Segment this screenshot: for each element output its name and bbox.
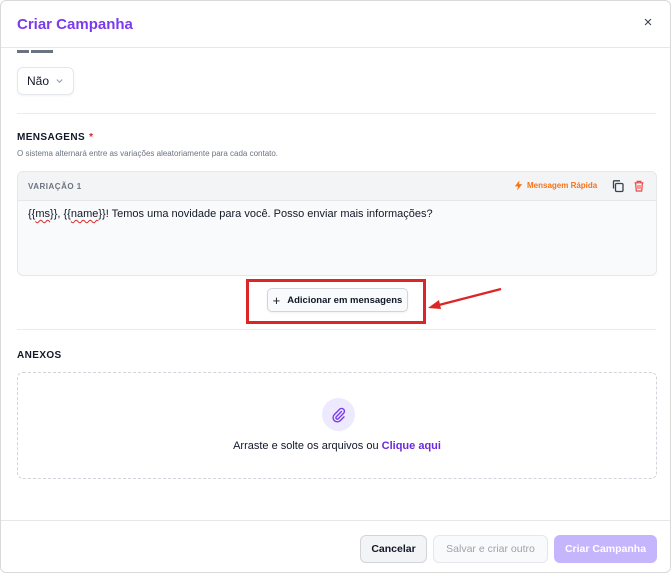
- required-mark: *: [89, 132, 94, 143]
- dialog-header: Criar Campanha ×: [1, 1, 670, 48]
- lightning-icon: [514, 180, 523, 191]
- text-part: }}, {{: [50, 208, 71, 220]
- plus-icon: +: [272, 292, 281, 308]
- variation-card: VARIAÇÃO 1 Mensagem Rápida {{ms}}, {{nam…: [17, 171, 657, 276]
- text-placeholder-ms: ms: [35, 208, 51, 220]
- messages-label: MENSAGENS *: [17, 132, 93, 143]
- messages-hint: O sistema alternará entre as variações a…: [17, 149, 279, 158]
- arrow-icon: [428, 287, 502, 309]
- section-divider: [17, 329, 656, 330]
- select-value: Não: [27, 74, 50, 88]
- dialog-title: Criar Campanha: [17, 16, 133, 33]
- dropzone-instruction: Arraste e solte os arquivos ou: [233, 440, 379, 452]
- create-campaign-button[interactable]: Criar Campanha: [554, 535, 657, 563]
- add-message-button[interactable]: + Adicionar em mensagens: [267, 288, 408, 312]
- close-icon[interactable]: ×: [638, 12, 658, 32]
- quick-message-label: Mensagem Rápida: [527, 181, 598, 190]
- paperclip-icon: [322, 398, 355, 431]
- copy-icon[interactable]: [611, 179, 625, 193]
- dialog-footer: Cancelar Salvar e criar outro Criar Camp…: [1, 520, 670, 572]
- text-placeholder-name: name: [70, 208, 99, 220]
- yes-no-select[interactable]: Não: [17, 67, 74, 95]
- messages-label-text: MENSAGENS: [17, 132, 86, 143]
- clipped-field-label: [17, 50, 57, 56]
- variation-title: VARIAÇÃO 1: [28, 182, 82, 191]
- section-divider: [17, 113, 656, 114]
- text-part: }}! Temos uma novidade para você. Posso …: [98, 208, 433, 220]
- chevron-down-icon: [55, 76, 64, 87]
- file-dropzone[interactable]: Arraste e solte os arquivos ou Clique aq…: [17, 372, 657, 479]
- trash-icon[interactable]: [632, 179, 646, 193]
- save-and-create-another-button[interactable]: Salvar e criar outro: [433, 535, 548, 563]
- dropzone-text: Arraste e solte os arquivos ou Clique aq…: [18, 440, 656, 452]
- variation-header: VARIAÇÃO 1 Mensagem Rápida: [18, 172, 656, 201]
- click-here-link[interactable]: Clique aqui: [382, 440, 441, 452]
- quick-message-button[interactable]: Mensagem Rápida: [513, 180, 597, 191]
- message-textarea[interactable]: {{ms}}, {{name}}! Temos uma novidade par…: [28, 208, 433, 220]
- add-message-label: Adicionar em mensagens: [287, 294, 403, 306]
- attachments-label: ANEXOS: [17, 350, 62, 361]
- create-campaign-dialog: Criar Campanha × Não MENSAGENS * O sistem…: [0, 0, 671, 573]
- cancel-button[interactable]: Cancelar: [360, 535, 427, 563]
